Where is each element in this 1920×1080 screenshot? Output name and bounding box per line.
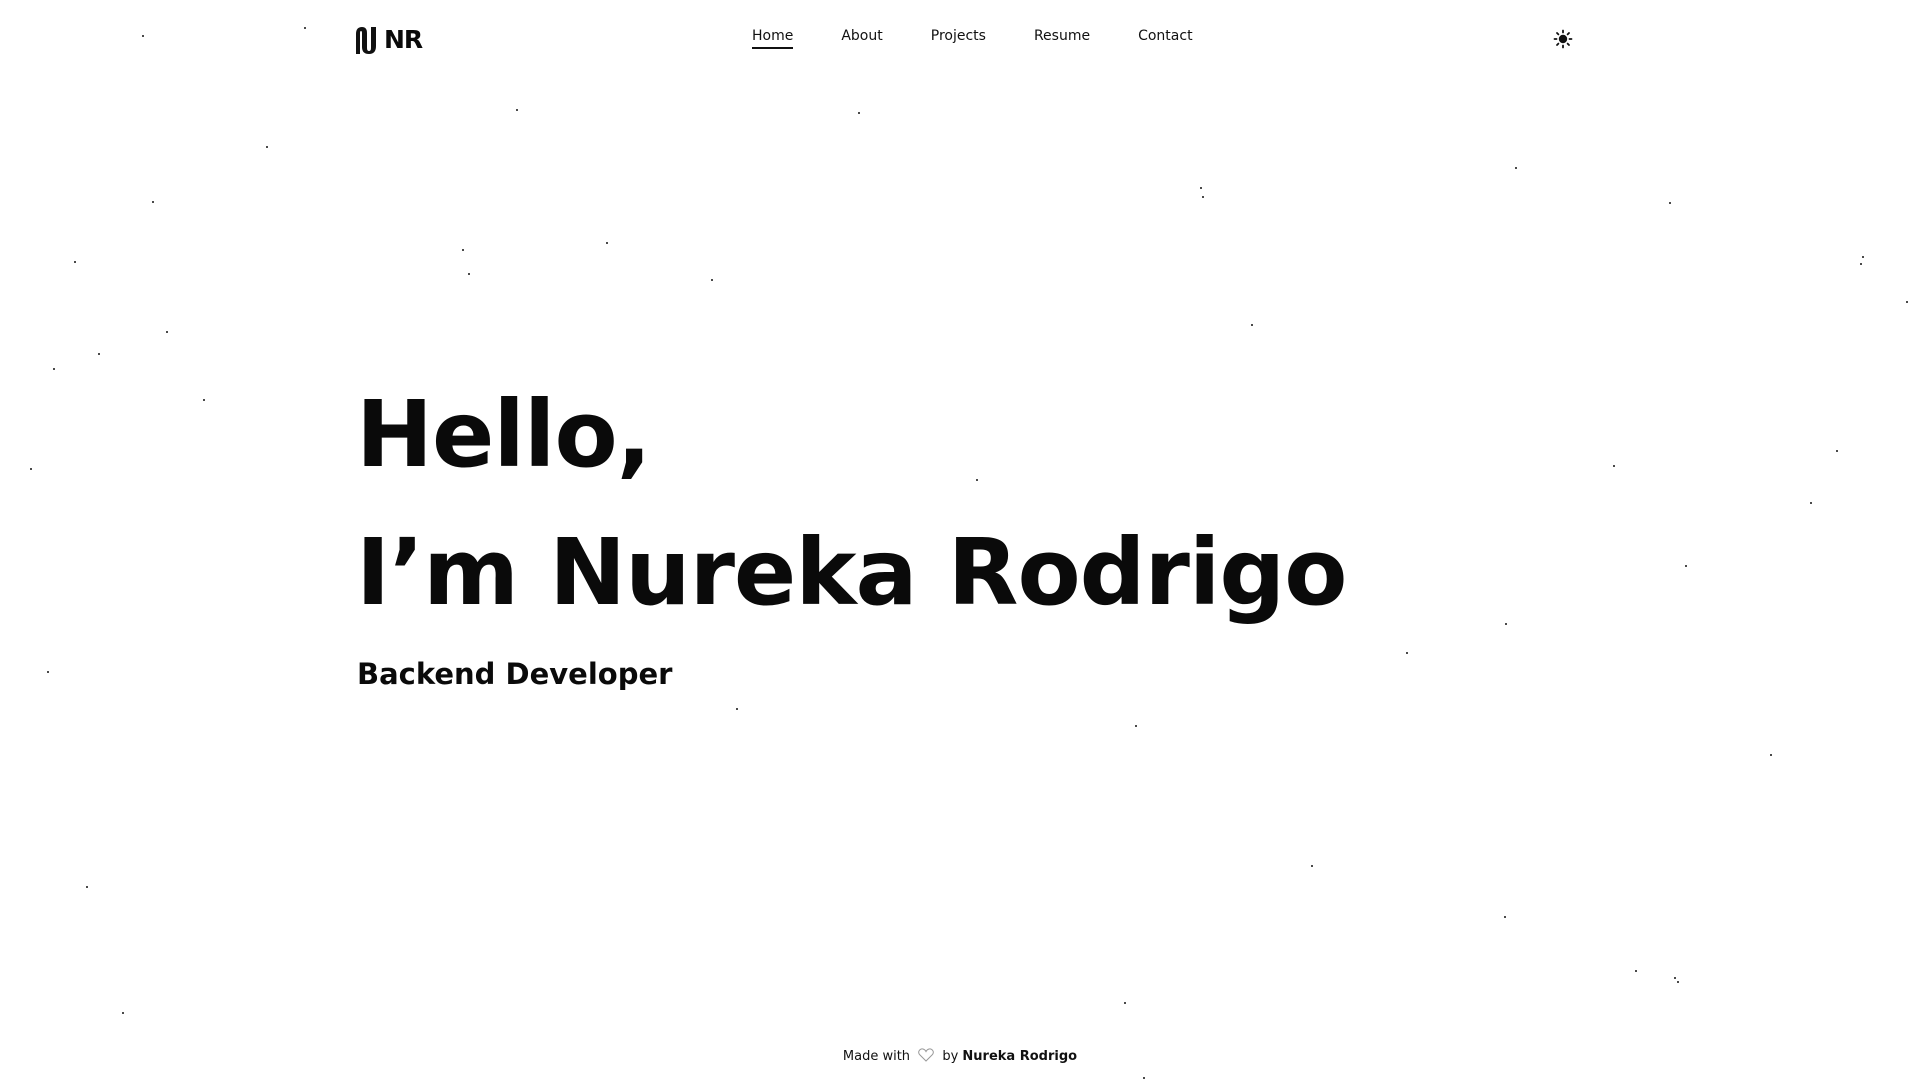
site-header: NR Home About Projects Resume Contact — [0, 0, 1920, 80]
logo-text: NR — [384, 25, 423, 54]
star-dot — [976, 479, 978, 481]
site-footer: Made with by Nureka Rodrigo — [0, 1047, 1920, 1067]
sun-icon — [1553, 29, 1573, 49]
star-dot — [1635, 970, 1637, 972]
star-dot — [1836, 450, 1838, 452]
star-dot — [468, 273, 470, 275]
star-dot — [1124, 1002, 1126, 1004]
star-dot — [1862, 256, 1864, 258]
hero-name: I’m Nureka Rodrigo — [356, 519, 1347, 626]
star-dot — [1685, 565, 1687, 567]
hero-role: Backend Developer — [357, 657, 673, 691]
star-dot — [1906, 301, 1908, 303]
star-dot — [86, 886, 88, 888]
star-dot — [516, 109, 518, 111]
star-dot — [74, 261, 76, 263]
star-dot — [166, 331, 168, 333]
star-dot — [1202, 196, 1204, 198]
star-dot — [1860, 263, 1862, 265]
star-dot — [1135, 725, 1137, 727]
star-dot — [462, 249, 464, 251]
star-dot — [1515, 167, 1517, 169]
star-dot — [266, 146, 268, 148]
footer-by: by — [942, 1049, 959, 1064]
nav-resume[interactable]: Resume — [1034, 28, 1090, 48]
nav-contact[interactable]: Contact — [1138, 28, 1192, 48]
nav-home[interactable]: Home — [752, 28, 794, 49]
star-dot — [1311, 865, 1313, 867]
logo-mark-icon — [356, 27, 376, 54]
footer-author: Nureka Rodrigo — [962, 1049, 1078, 1064]
theme-toggle-button[interactable] — [1553, 29, 1573, 49]
heart-icon — [918, 1048, 935, 1062]
star-dot — [858, 112, 860, 114]
page: NR Home About Projects Resume Contact He… — [0, 0, 1920, 1080]
star-dot — [1674, 977, 1676, 979]
star-dot — [1143, 1077, 1145, 1079]
star-dot — [1505, 623, 1507, 625]
star-dot — [203, 399, 205, 401]
star-dot — [30, 468, 32, 470]
site-logo[interactable]: NR — [354, 24, 423, 56]
star-dot — [1810, 502, 1812, 504]
star-dot — [152, 201, 154, 203]
star-dot — [1251, 324, 1253, 326]
star-dot — [1669, 202, 1671, 204]
nav-projects[interactable]: Projects — [931, 28, 986, 48]
star-dot — [736, 708, 738, 710]
hero-greeting: Hello, — [356, 381, 652, 488]
star-dot — [47, 671, 49, 673]
nav-about[interactable]: About — [841, 28, 882, 48]
main-nav: Home About Projects Resume Contact — [752, 28, 1241, 49]
star-dot — [1613, 465, 1615, 467]
star-dot — [1677, 981, 1679, 983]
star-dot — [1504, 916, 1506, 918]
star-dot — [1406, 652, 1408, 654]
star-dot — [122, 1012, 124, 1014]
star-dot — [606, 242, 608, 244]
star-dot — [98, 353, 100, 355]
star-dot — [711, 279, 713, 281]
footer-made-with: Made with — [842, 1049, 911, 1064]
star-dot — [1200, 187, 1202, 189]
star-dot — [53, 368, 55, 370]
star-dot — [1770, 754, 1772, 756]
